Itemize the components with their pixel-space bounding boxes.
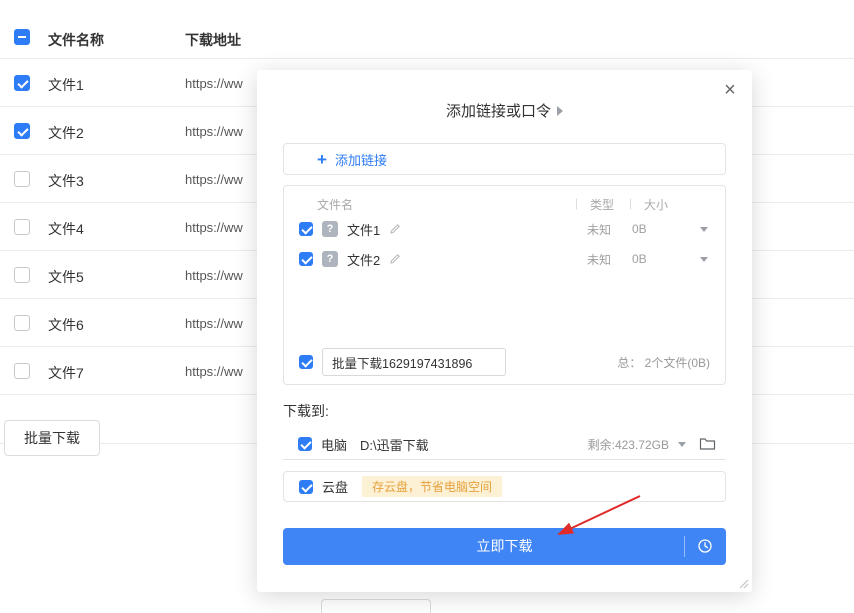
cloud-label: 云盘 (322, 480, 349, 495)
history-clock-icon[interactable] (697, 538, 713, 554)
chevron-down-icon[interactable] (700, 257, 708, 262)
button-divider (684, 536, 685, 557)
col-filename: 文件名 (317, 198, 354, 212)
file-name: 文件7 (48, 365, 84, 381)
computer-label: 电脑 (321, 437, 348, 453)
file-name: 文件1 (347, 222, 381, 238)
file-name: 文件2 (347, 252, 381, 268)
file-url: https://ww (185, 364, 243, 379)
dialog-title-row: 添加链接或口令 (257, 100, 752, 121)
partial-hidden-button (321, 599, 431, 613)
file-name: 文件1 (48, 77, 84, 93)
file-type: 未知 (587, 252, 612, 267)
task-checkbox[interactable] (299, 355, 313, 369)
remaining-space: 剩余:423.72GB (587, 437, 669, 452)
unknown-filetype-icon: ? (322, 251, 338, 267)
dialog-title: 添加链接或口令 (445, 103, 551, 120)
cloud-checkbox[interactable] (299, 479, 313, 494)
file-row[interactable]: ? 文件1 未知 0B (284, 214, 725, 244)
file-row[interactable]: ? 文件2 未知 0B (284, 244, 725, 274)
batch-download-button[interactable]: 批量下载 (4, 420, 100, 456)
task-name-input[interactable] (322, 348, 506, 376)
file-name: 文件5 (48, 269, 84, 285)
file-url: https://ww (185, 316, 243, 331)
column-divider: | (575, 196, 579, 210)
plus-icon: + (317, 149, 327, 169)
row-checkbox[interactable] (14, 219, 30, 235)
row-checkbox[interactable] (14, 267, 30, 283)
download-now-button[interactable]: 立即下载 (283, 528, 726, 565)
resize-handle[interactable] (739, 579, 749, 589)
row-checkbox[interactable] (14, 315, 30, 331)
add-task-dialog: × 添加链接或口令 + 添加链接 文件名 | 类型 | 大小 ? 文件1 未知 … (257, 70, 752, 592)
file-list-panel: 文件名 | 类型 | 大小 ? 文件1 未知 0B ? 文件2 未知 0B 批量… (283, 185, 726, 385)
computer-destination-row: 电脑 D:\迅雷下载 剩余:423.72GB (283, 429, 726, 460)
chevron-down-icon[interactable] (700, 227, 708, 232)
path-dropdown-icon[interactable] (678, 441, 686, 447)
expand-arrow-icon[interactable] (557, 105, 563, 116)
file-checkbox[interactable] (299, 222, 313, 236)
download-path: D:\迅雷下载 (360, 437, 429, 453)
download-now-label: 立即下载 (476, 538, 533, 554)
row-checkbox[interactable] (14, 171, 30, 187)
table-header: 文件名称 下载地址 (0, 0, 854, 59)
file-url: https://ww (185, 172, 243, 187)
row-checkbox[interactable] (14, 123, 30, 139)
file-url: https://ww (185, 76, 243, 91)
folder-icon[interactable] (699, 437, 716, 451)
add-link-label: 添加链接 (334, 152, 387, 168)
select-all-checkbox[interactable] (14, 29, 30, 45)
close-icon[interactable]: × (718, 78, 742, 102)
file-checkbox[interactable] (299, 252, 313, 266)
computer-checkbox[interactable] (298, 437, 312, 451)
file-name: 文件4 (48, 221, 84, 237)
task-name-row: 总： 2个文件(0B) (284, 347, 725, 377)
file-size: 0B (632, 222, 647, 236)
edit-icon[interactable] (389, 253, 401, 265)
total-summary: 总： 2个文件(0B) (617, 355, 710, 370)
row-checkbox[interactable] (14, 75, 30, 91)
column-header-url: 下载地址 (185, 32, 241, 48)
file-size: 0B (632, 252, 647, 266)
file-name: 文件2 (48, 125, 84, 141)
file-url: https://ww (185, 268, 243, 283)
column-divider: | (629, 196, 633, 210)
download-to-label: 下载到: (283, 403, 329, 419)
file-url: https://ww (185, 124, 243, 139)
cloud-destination-row: 云盘 存云盘，节省电脑空间 (283, 471, 726, 502)
col-size: 大小 (644, 198, 669, 212)
file-url: https://ww (185, 220, 243, 235)
col-type: 类型 (590, 198, 615, 212)
unknown-filetype-icon: ? (322, 221, 338, 237)
file-name: 文件3 (48, 173, 84, 189)
cloud-promo-badge: 存云盘，节省电脑空间 (362, 476, 503, 497)
column-header-name: 文件名称 (48, 32, 104, 48)
file-type: 未知 (587, 222, 612, 237)
file-name: 文件6 (48, 317, 84, 333)
row-checkbox[interactable] (14, 363, 30, 379)
edit-icon[interactable] (389, 223, 401, 235)
app-screen: 文件名称 下载地址 文件1 https://ww 文件2 https://ww … (0, 0, 854, 613)
add-link-button[interactable]: + 添加链接 (283, 143, 726, 175)
